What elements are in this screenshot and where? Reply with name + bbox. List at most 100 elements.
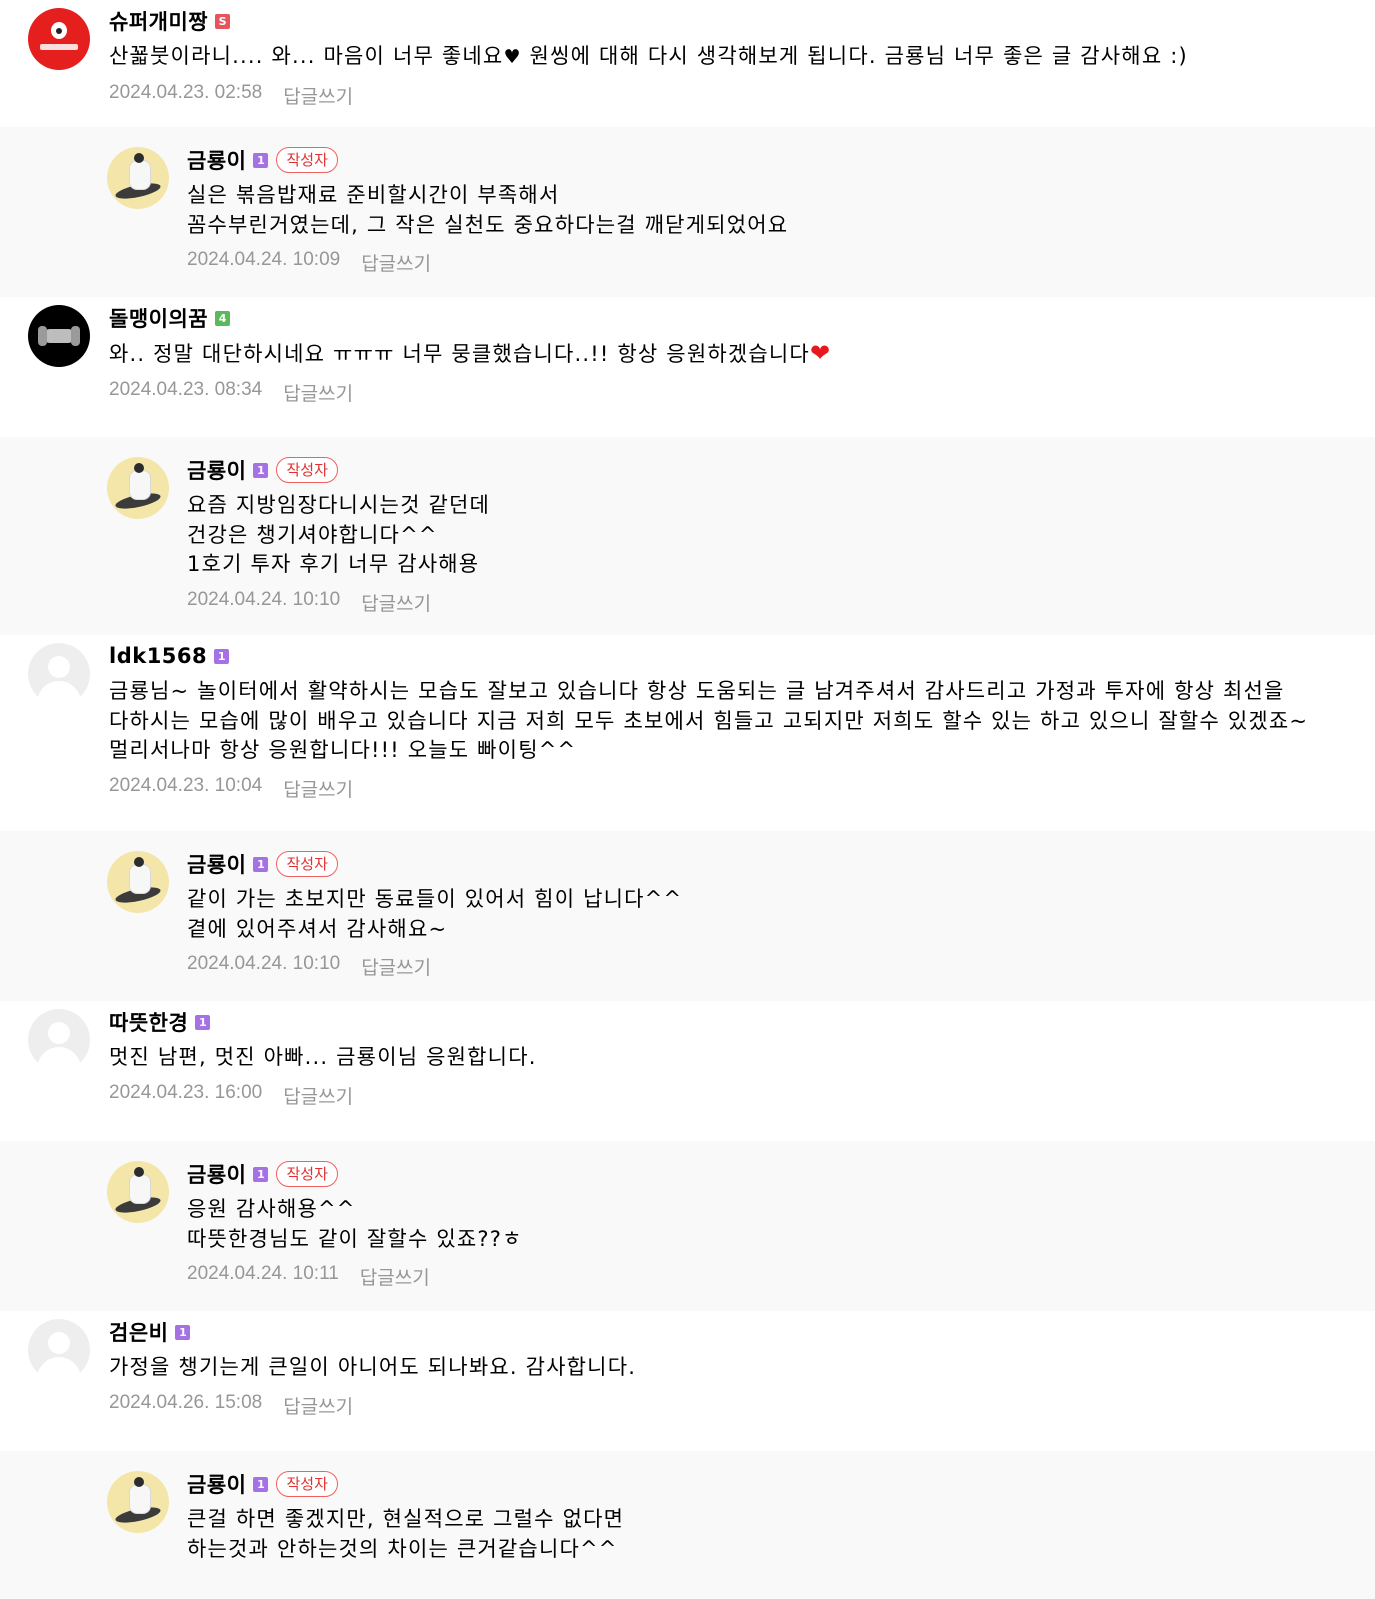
comment-meta: 2024.04.24. 10:09 답글쓰기 — [187, 249, 1355, 276]
comment-text-content: 금룡님~ 놀이터에서 활약하시는 모습도 잘보고 있습니다 항상 도움되는 글 … — [109, 679, 1317, 762]
comment-header: 금룡이 1 작성자 — [187, 1469, 1355, 1499]
nickname[interactable]: ldk1568 — [109, 644, 207, 668]
reply-button[interactable]: 답글쓰기 — [283, 379, 353, 406]
avatar[interactable] — [107, 1471, 169, 1533]
comment-date: 2024.04.24. 10:10 — [187, 953, 341, 974]
comment-meta: 2024.04.23. 02:58 답글쓰기 — [109, 82, 1355, 109]
author-badge: 작성자 — [276, 1161, 338, 1187]
reply-comment: 금룡이 1 작성자요즘 지방임장다니시는것 같던데 건강은 챙기셔야합니다^^ 1호… — [0, 437, 1375, 635]
level-badge: S — [215, 13, 231, 29]
comment-body: ldk1568 1 금룡님~ 놀이터에서 활약하시는 모습도 잘보고 있습니다 항상… — [109, 641, 1355, 802]
comment-date: 2024.04.23. 16:00 — [109, 1081, 263, 1103]
comment-text: 금룡님~ 놀이터에서 활약하시는 모습도 잘보고 있습니다 항상 도움되는 글 … — [109, 677, 1355, 766]
comment-date: 2024.04.23. 08:34 — [109, 378, 263, 400]
comment-body: 금룡이 1 작성자 큰걸 하면 좋겠지만, 현실적으로 그럴수 없다면 하는것과 안하… — [187, 1469, 1355, 1564]
comment-header: 따뜻한경 1 — [109, 1007, 1355, 1037]
reply-button[interactable]: 답글쓰기 — [361, 589, 431, 616]
comment-text: 멋진 남편, 멋진 아빠... 금룡이님 응원합니다. — [109, 1043, 1355, 1073]
reply-button[interactable]: 답글쓰기 — [361, 249, 431, 276]
avatar[interactable] — [28, 1319, 90, 1381]
nickname[interactable]: 돌맹이의꿈 — [109, 303, 208, 333]
comment-item: 검은비 1 가정을 챙기는게 큰일이 아니어도 되나봐요. 감사합니다. 2024.0… — [0, 1311, 1375, 1451]
nickname[interactable]: 금룡이 — [187, 849, 246, 879]
comment-list: 슈퍼개미짱 S 산꾧붓이라니.... 와... 마음이 너무 좋네요♥ 원씽에 대해… — [0, 0, 1375, 1599]
comment-item: ldk1568 1 금룡님~ 놀이터에서 활약하시는 모습도 잘보고 있습니다 항상… — [0, 635, 1375, 831]
author-badge: 작성자 — [276, 457, 338, 483]
comment-text: 응원 감사해용^^ 따뜻한경님도 같이 잘할수 있죠??ㅎ — [187, 1195, 1355, 1254]
comment-text: 와.. 정말 대단하시네요 ㅠㅠㅠ 너무 뭉클했습니다..!! 항상 응원하겠습… — [109, 339, 1355, 370]
comment-text-content: 큰걸 하면 좋겠지만, 현실적으로 그럴수 없다면 하는것과 안하는것의 차이는… — [187, 1507, 625, 1561]
comment-header: 금룡이 1 작성자 — [187, 455, 1355, 485]
avatar[interactable] — [107, 1161, 169, 1223]
comment-text-content: 같이 가는 초보지만 동료들이 있어서 힘이 납니다^^ 곁에 있어주셔서 감사… — [187, 887, 683, 941]
reply-button[interactable]: 답글쓰기 — [361, 953, 431, 980]
comment-item: 돌맹이의꿈 4 와.. 정말 대단하시네요 ㅠㅠㅠ 너무 뭉클했습니다..!! 항상… — [0, 297, 1375, 437]
comment-header: 금룡이 1 작성자 — [187, 849, 1355, 879]
comment-text: 요즘 지방임장다니시는것 같던데 건강은 챙기셔야합니다^^ 1호기 투자 후기… — [187, 491, 1355, 580]
reply-button[interactable]: 답글쓰기 — [283, 1392, 353, 1419]
comment-meta: 2024.04.23. 16:00 답글쓰기 — [109, 1082, 1355, 1109]
heart-icon: ❤ — [809, 339, 832, 367]
comment-body: 검은비 1 가정을 챙기는게 큰일이 아니어도 되나봐요. 감사합니다. 2024.0… — [109, 1317, 1355, 1419]
avatar[interactable] — [28, 305, 90, 367]
comment-item: 따뜻한경 1 멋진 남편, 멋진 아빠... 금룡이님 응원합니다. 2024.04.… — [0, 1001, 1375, 1141]
reply-comment: 금룡이 1 작성자실은 볶음밥재료 준비할시간이 부족해서 꼼수부린거였는데, 그 … — [0, 127, 1375, 297]
comment-header: 금룡이 1 작성자 — [187, 1159, 1355, 1189]
comment-header: 돌맹이의꿈 4 — [109, 303, 1355, 333]
comment-item: 슈퍼개미짱 S 산꾧붓이라니.... 와... 마음이 너무 좋네요♥ 원씽에 대해… — [0, 0, 1375, 127]
level-badge: 4 — [215, 310, 231, 326]
nickname[interactable]: 금룡이 — [187, 1469, 246, 1499]
comment-body: 슈퍼개미짱 S 산꾧붓이라니.... 와... 마음이 너무 좋네요♥ 원씽에 대해… — [109, 6, 1355, 109]
comment-date: 2024.04.26. 15:08 — [109, 1391, 263, 1413]
comment-text-content: 가정을 챙기는게 큰일이 아니어도 되나봐요. 감사합니다. — [109, 1355, 637, 1379]
comment-text: 실은 볶음밥재료 준비할시간이 부족해서 꼼수부린거였는데, 그 작은 실천도 … — [187, 181, 1355, 240]
comment-text: 산꾧붓이라니.... 와... 마음이 너무 좋네요♥ 원씽에 대해 다시 생각… — [109, 42, 1355, 73]
avatar[interactable] — [28, 643, 90, 705]
reply-comment: 금룡이 1 작성자 큰걸 하면 좋겠지만, 현실적으로 그럴수 없다면 하는것과 안하… — [0, 1451, 1375, 1599]
comment-date: 2024.04.24. 10:11 — [187, 1263, 339, 1284]
comment-text-content: 멋진 남편, 멋진 아빠... 금룡이님 응원합니다. — [109, 1045, 537, 1069]
comment-date: 2024.04.23. 02:58 — [109, 81, 263, 103]
comment-text-part: 원씽에 대해 다시 생각해보게 됩니다. 금룡님 너무 좋은 글 감사해요 :) — [521, 44, 1188, 68]
reply-button[interactable]: 답글쓰기 — [283, 775, 353, 802]
level-badge: 1 — [175, 1324, 191, 1340]
level-badge: 1 — [253, 1166, 269, 1182]
author-badge: 작성자 — [276, 147, 338, 173]
reply-button[interactable]: 답글쓰기 — [283, 1082, 353, 1109]
nickname[interactable]: 검은비 — [109, 1317, 168, 1347]
comment-body: 금룡이 1 작성자 같이 가는 초보지만 동료들이 있어서 힘이 납니다^^ 곁에 있… — [187, 849, 1355, 980]
level-badge: 1 — [253, 152, 269, 168]
avatar[interactable] — [28, 8, 90, 70]
reply-comment: 금룡이 1 작성자응원 감사해용^^ 따뜻한경님도 같이 잘할수 있죠??ㅎ 2024… — [0, 1141, 1375, 1311]
nickname[interactable]: 따뜻한경 — [109, 1007, 188, 1037]
comment-meta: 2024.04.24. 10:11 답글쓰기 — [187, 1263, 1355, 1290]
level-badge: 1 — [253, 1476, 269, 1492]
comment-text-content: 요즘 지방임장다니시는것 같던데 건강은 챙기셔야합니다^^ 1호기 투자 후기… — [187, 493, 491, 576]
level-badge: 1 — [253, 462, 269, 478]
comment-body: 금룡이 1 작성자응원 감사해용^^ 따뜻한경님도 같이 잘할수 있죠??ㅎ 2024… — [187, 1159, 1355, 1290]
avatar[interactable] — [107, 457, 169, 519]
comment-header: ldk1568 1 — [109, 641, 1355, 671]
comment-meta: 2024.04.26. 15:08 답글쓰기 — [109, 1392, 1355, 1419]
comment-meta: 2024.04.23. 08:34 답글쓰기 — [109, 379, 1355, 406]
comment-text: 큰걸 하면 좋겠지만, 현실적으로 그럴수 없다면 하는것과 안하는것의 차이는… — [187, 1505, 1355, 1564]
comment-text-part: 산꾧붓이라니.... 와... 마음이 너무 좋네요 — [109, 44, 504, 68]
comment-meta: 2024.04.24. 10:10 답글쓰기 — [187, 953, 1355, 980]
nickname[interactable]: 슈퍼개미짱 — [109, 6, 208, 36]
avatar[interactable] — [107, 851, 169, 913]
nickname[interactable]: 금룡이 — [187, 455, 246, 485]
comment-text: 가정을 챙기는게 큰일이 아니어도 되나봐요. 감사합니다. — [109, 1353, 1355, 1383]
reply-button[interactable]: 답글쓰기 — [283, 82, 353, 109]
comment-body: 금룡이 1 작성자요즘 지방임장다니시는것 같던데 건강은 챙기셔야합니다^^ 1호… — [187, 455, 1355, 616]
reply-button[interactable]: 답글쓰기 — [360, 1263, 430, 1290]
comment-text-content: 응원 감사해용^^ 따뜻한경님도 같이 잘할수 있죠??ㅎ — [187, 1197, 523, 1251]
level-badge: 1 — [214, 648, 230, 664]
nickname[interactable]: 금룡이 — [187, 145, 246, 175]
heart-icon: ♥ — [503, 46, 522, 68]
nickname[interactable]: 금룡이 — [187, 1159, 246, 1189]
reply-comment: 금룡이 1 작성자 같이 가는 초보지만 동료들이 있어서 힘이 납니다^^ 곁에 있… — [0, 831, 1375, 1001]
avatar[interactable] — [107, 147, 169, 209]
comment-header: 슈퍼개미짱 S — [109, 6, 1355, 36]
level-badge: 1 — [253, 856, 269, 872]
avatar[interactable] — [28, 1009, 90, 1071]
